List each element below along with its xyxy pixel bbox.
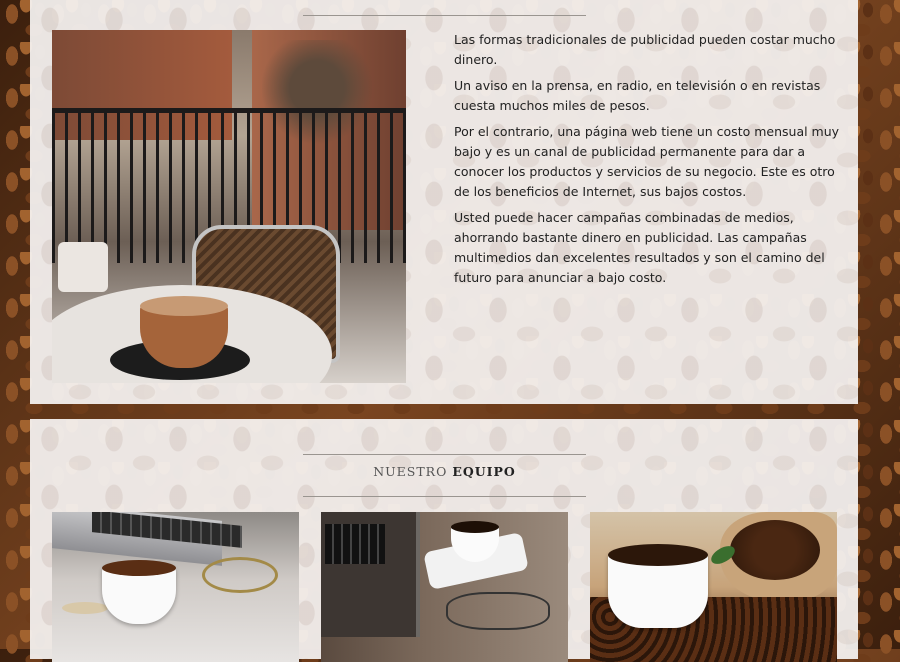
- team-photo-desk-espresso[interactable]: [321, 512, 568, 662]
- about-paragraph: Por el contrario, una página web tiene u…: [454, 124, 840, 199]
- team-photo-laptop-coffee[interactable]: [52, 512, 299, 662]
- team-section: Nuestro Equipo: [30, 419, 858, 662]
- section-divider: [303, 15, 586, 16]
- about-paragraph: Un aviso en la prensa, en radio, en tele…: [454, 78, 821, 113]
- title-divider-bottom: [303, 496, 586, 497]
- about-text: Las formas tradicionales de publicidad p…: [454, 30, 844, 294]
- about-paragraph: Usted puede hacer campañas combinadas de…: [454, 210, 825, 285]
- cafe-terrace-photo: [52, 30, 406, 383]
- section-title: Nuestro Equipo: [303, 464, 586, 479]
- section-title-bold: Equipo: [452, 464, 516, 479]
- about-paragraph: Las formas tradicionales de publicidad p…: [454, 32, 836, 67]
- team-photo-coffee-beans[interactable]: [590, 512, 837, 662]
- about-section: Las formas tradicionales de publicidad p…: [30, 0, 858, 404]
- section-title-light: Nuestro: [373, 464, 448, 479]
- title-divider-top: [303, 454, 586, 455]
